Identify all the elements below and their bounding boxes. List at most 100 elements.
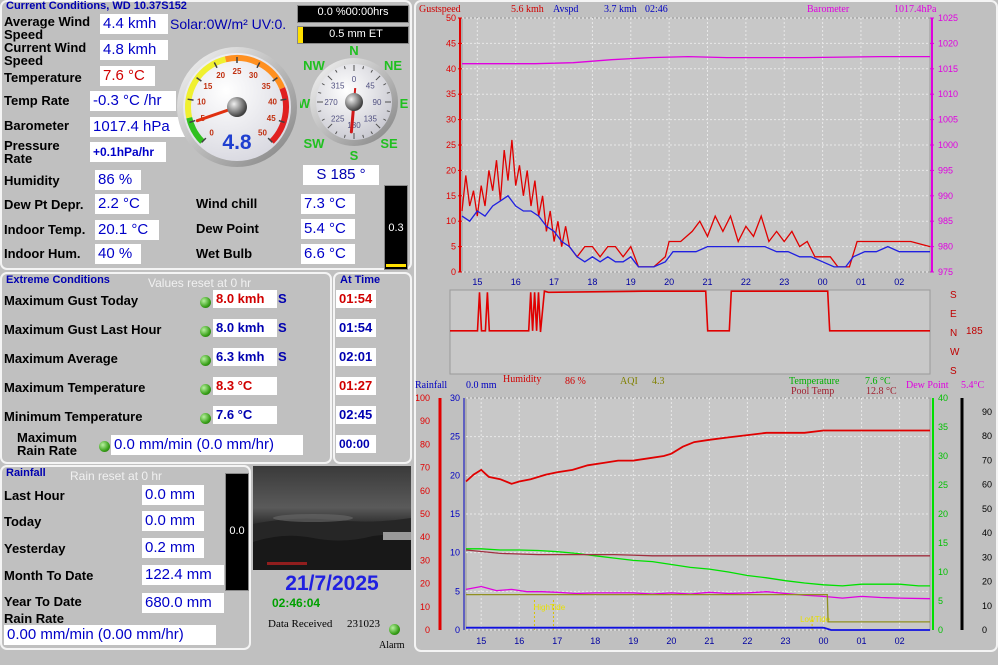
rain-last-hour-label: Last Hour [4,488,65,503]
wind-chart-left-tick-label: 50 [446,14,456,23]
compass-tick-label: 0 [352,75,357,84]
extreme-row-value: 7.6 °C [213,406,277,424]
data-received-value: 231023 [347,618,380,630]
temp-humidity-chart: 0510152025300102030405060708090100051015… [416,393,992,646]
temp-chart-hum-tick-label: 100 [416,393,430,403]
gauge-hub [227,97,247,117]
extreme-row-value: 8.3 °C [213,377,277,395]
max-rain-rate-label: Maximum Rain Rate [17,430,77,458]
extreme-row-time: 02:01 [336,348,376,366]
temp-chart-temp-tick-label: 35 [938,422,948,432]
wind-chart-left-tick-label: 35 [446,89,456,99]
temp-chart-temp-tick-label: 10 [938,567,948,577]
extreme-row-led-icon [200,355,211,366]
compass-se: SE [380,136,398,151]
direction-chart-tick-label: N [950,328,957,339]
wind-chart-right-tick-label: 985 [938,216,953,226]
gauge-tick [280,98,287,101]
hum-header-label: Humidity [503,374,542,385]
wind-chart-left-tick-label: 20 [446,165,456,175]
rain-year-label: Year To Date [4,594,82,609]
extreme-row-unit: S [278,320,287,335]
direction-chart-plot-area [449,289,931,375]
gauge-tick-label: 25 [233,67,242,76]
pressure-rate-value: +0.1hPa/hr [90,142,166,162]
compass-nw: NW [303,58,325,73]
temp-chart-hum-tick-label: 0 [425,625,430,635]
avg-wind-value: 4.4 kmh [100,14,168,34]
rainfall-bar-value: 0.0 [229,525,245,537]
temp-chart-temp-tick-label: 15 [938,538,948,548]
aqi-header-label: AQI [620,376,638,387]
compass-s: S [350,148,359,163]
temp-chart-far-tick-label: 50 [982,504,992,514]
cur-wind-label: Current Wind Speed [4,40,87,68]
alarm-led-icon[interactable] [389,624,400,635]
compass-tick-label: 135 [364,114,378,123]
current-time: 02:46:04 [272,596,321,610]
compass-w: W [300,96,311,111]
compass-tick-label: 270 [324,98,338,107]
temp-chart-far-tick-label: 90 [982,407,992,417]
indoor-temp-value: 20.1 °C [95,220,159,240]
wind-chart-right-tick-label: 1010 [938,89,958,99]
pressure-rate-label: Pressure Rate [4,138,60,166]
temp-chart-x-tick-label: 22 [742,636,752,646]
extreme-row-value: 8.0 kmh [213,290,277,308]
extreme-row-value: 8.0 kmh [213,319,277,337]
temp-chart-x-tick-label: 23 [780,636,790,646]
webcam-image[interactable] [253,466,411,570]
temp-chart-far-tick-label: 0 [982,625,987,635]
temp-chart-rain-tick-label: 30 [450,393,460,403]
temp-chart-hum-tick-label: 40 [420,532,430,542]
temp-chart-hum-tick-label: 80 [420,439,430,449]
direction-chart-tick-label: S [950,366,957,377]
wind-compass: 0 45 90 135180225 270 315 N NW NE W E SW SE S [300,44,409,163]
rate-bar-value: 0.3 [388,222,404,234]
temp-chart-x-tick-label: 20 [666,636,676,646]
extreme-reset-note: Values reset at 0 hr [148,276,252,290]
temp-chart-x-tick-label: 00 [819,636,829,646]
extreme-row-time: 01:27 [336,377,376,395]
compass-hub [345,93,363,111]
wind-chart-right-tick-label: 1005 [938,115,958,125]
solar-readout: Solar:0W/m² UV:0. [170,16,287,32]
current-conditions-title: Current Conditions, WD 10.37S152 [6,0,187,12]
alarm-label[interactable]: Alarm [379,640,405,651]
temp-chart-temp-tick-label: 0 [938,625,943,635]
temp-chart-x-tick-label: 21 [704,636,714,646]
temp-chart-x-tick-label: 01 [857,636,867,646]
humidity-value: 86 % [95,170,141,190]
temp-chart-hum-tick-label: 20 [420,579,430,589]
baro-value: 1017.4 hPa [90,117,186,137]
temp-chart-rain-tick-label: 5 [455,586,460,596]
wind-chart-right-tick-label: 980 [938,242,953,252]
max-rain-led-icon [99,441,110,452]
temp-chart-hum-tick-label: 50 [420,509,430,519]
wind-chart-left-tick-label: 25 [446,140,456,150]
compass-tick-label: 45 [366,82,375,91]
aqi-header-value: 4.3 [652,376,665,387]
wet-bulb-label: Wet Bulb [196,246,253,261]
extreme-row-unit: S [278,349,287,364]
humidity-label: Humidity [4,173,60,188]
temp-chart-temp-tick-label: 20 [938,509,948,519]
gauge-tick-label: 50 [258,128,267,137]
gauge-tick-label: 45 [267,114,276,123]
temp-chart-temp-tick-label: 5 [938,596,943,606]
high-tide-label: HighTide [533,603,565,612]
temp-chart-x-tick-label: 18 [590,636,600,646]
wind-chart-right-tick-label: 975 [938,267,953,277]
wind-chill-value: 7.3 °C [301,194,355,214]
gauge-tick [187,98,194,101]
et-text: 0.5 mm ET [329,28,383,40]
gauge-tick-label: 10 [197,97,206,106]
direction-chart-tick-label: E [950,309,957,320]
extreme-row-led-icon [200,413,211,424]
max-rain-rate-time: 00:00 [336,435,376,453]
direction-chart-current-value: 185 [966,326,983,337]
temp-chart-x-tick-label: 17 [552,636,562,646]
temp-chart-x-tick-label: 16 [514,636,524,646]
avg-wind-label: Average Wind Speed [4,14,91,42]
dew-point-value: 5.4 °C [301,219,355,239]
